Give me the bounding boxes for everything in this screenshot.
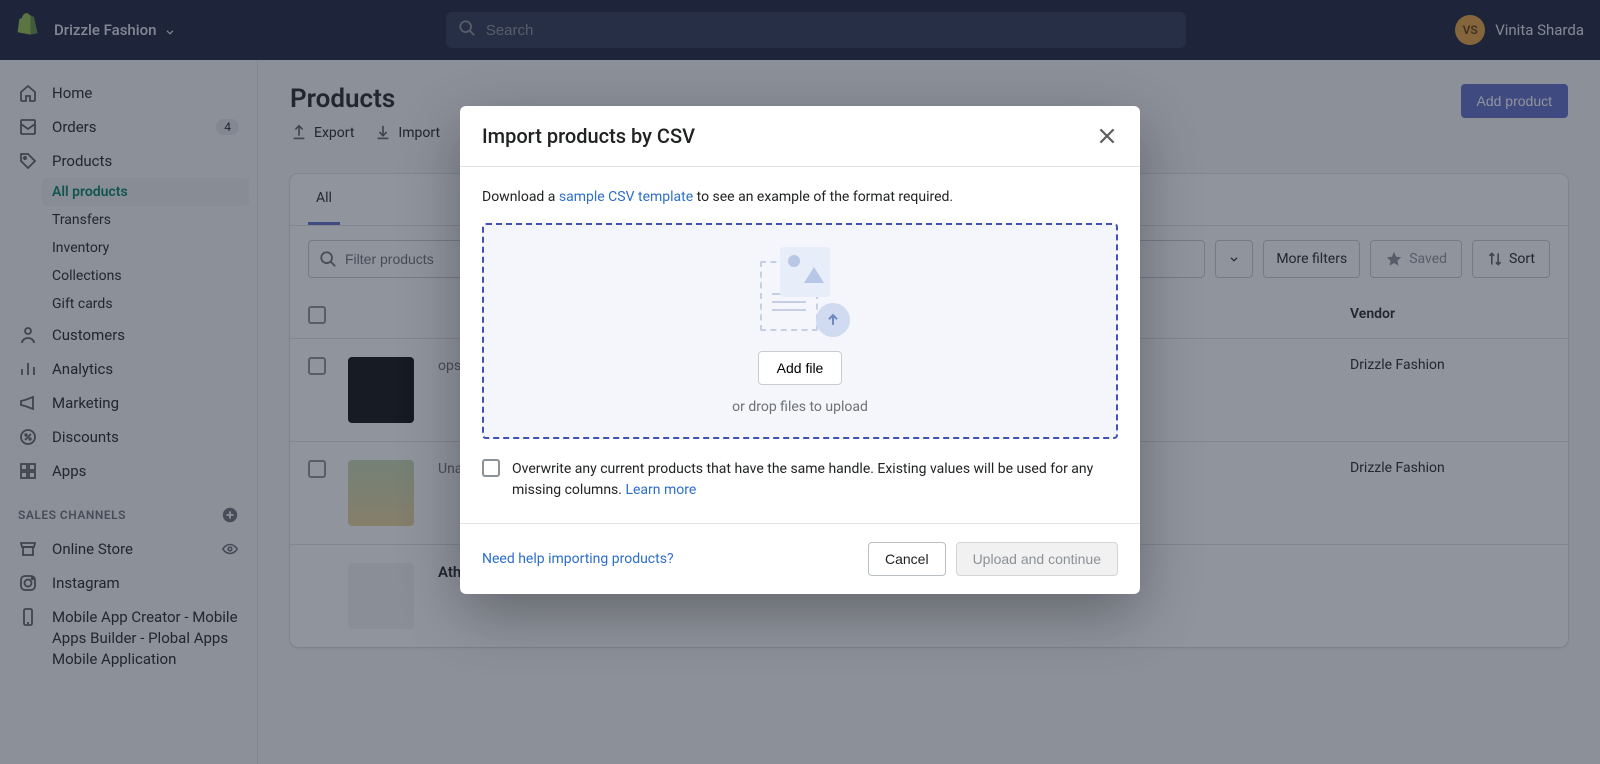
download-help-text: Download a sample CSV template to see an… — [482, 189, 1118, 205]
close-icon[interactable] — [1096, 125, 1118, 147]
overwrite-checkbox[interactable] — [482, 459, 500, 477]
upload-continue-button: Upload and continue — [956, 542, 1118, 576]
overwrite-label: Overwrite any current products that have… — [512, 459, 1118, 501]
modal-body: Download a sample CSV template to see an… — [460, 167, 1140, 523]
sample-csv-link[interactable]: sample CSV template — [559, 189, 693, 205]
learn-more-link[interactable]: Learn more — [625, 482, 696, 498]
drop-hint-text: or drop files to upload — [732, 399, 868, 415]
modal-header: Import products by CSV — [460, 106, 1140, 167]
upload-illustration-icon — [750, 247, 850, 337]
add-file-button[interactable]: Add file — [758, 351, 843, 385]
modal-overlay[interactable]: Import products by CSV Download a sample… — [0, 0, 1600, 764]
cancel-button[interactable]: Cancel — [868, 542, 946, 576]
overwrite-option: Overwrite any current products that have… — [482, 459, 1118, 501]
file-dropzone[interactable]: Add file or drop files to upload — [482, 223, 1118, 439]
help-link[interactable]: Need help importing products? — [482, 551, 674, 567]
import-csv-modal: Import products by CSV Download a sample… — [460, 106, 1140, 594]
modal-footer: Need help importing products? Cancel Upl… — [460, 523, 1140, 594]
modal-title: Import products by CSV — [482, 124, 695, 148]
